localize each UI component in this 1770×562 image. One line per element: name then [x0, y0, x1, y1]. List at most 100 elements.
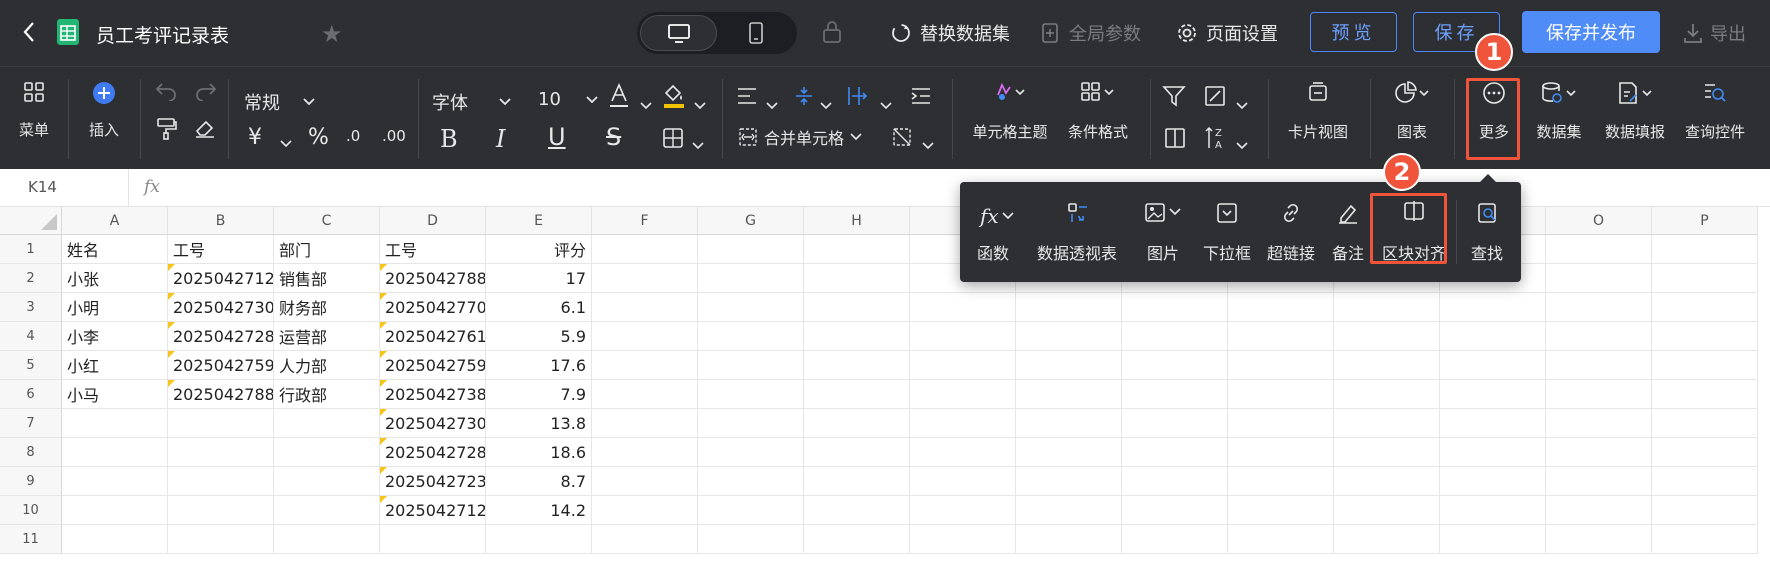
cell-B4[interactable]: 2025042728	[168, 322, 274, 351]
cell-D8[interactable]: 2025042728	[380, 438, 486, 467]
cell-O10[interactable]	[1546, 496, 1652, 525]
percent-button[interactable]: %	[308, 125, 329, 150]
underline-button[interactable]: U	[548, 123, 566, 151]
cell-C4[interactable]: 运营部	[274, 322, 380, 351]
cell-F5[interactable]	[592, 351, 698, 380]
cell-O7[interactable]	[1546, 409, 1652, 438]
cell-K4[interactable]	[1122, 322, 1228, 351]
cell-B8[interactable]	[168, 438, 274, 467]
vertical-align-icon[interactable]	[794, 85, 814, 111]
row-header[interactable]: 3	[0, 293, 62, 322]
cell-E5[interactable]: 17.6	[486, 351, 592, 380]
filter-icon[interactable]	[1162, 85, 1186, 111]
cell-A4[interactable]: 小李	[62, 322, 168, 351]
cell-M5[interactable]	[1334, 351, 1440, 380]
mobile-mode-button[interactable]	[749, 22, 763, 48]
cell-L7[interactable]	[1228, 409, 1334, 438]
preview-button[interactable]: 预览	[1310, 12, 1397, 52]
cell-J7[interactable]	[1016, 409, 1122, 438]
cell-B7[interactable]	[168, 409, 274, 438]
popup-item-hyperlink[interactable]: 超链接	[1266, 182, 1316, 282]
cell-theme-button[interactable]: 单元格主题	[968, 81, 1052, 161]
cell-K10[interactable]	[1122, 496, 1228, 525]
row-header[interactable]: 2	[0, 264, 62, 293]
cell-P7[interactable]	[1652, 409, 1758, 438]
cell-J4[interactable]	[1016, 322, 1122, 351]
cell-H10[interactable]	[804, 496, 910, 525]
cell-A2[interactable]: 小张	[62, 264, 168, 293]
cell-K9[interactable]	[1122, 467, 1228, 496]
popup-item-function[interactable]: fx 函数	[968, 182, 1018, 282]
cell-D9[interactable]: 2025042723	[380, 467, 486, 496]
cell-C7[interactable]	[274, 409, 380, 438]
cell-F10[interactable]	[592, 496, 698, 525]
chevron-down-icon[interactable]	[1236, 95, 1248, 114]
bold-button[interactable]: B	[440, 125, 458, 153]
cell-F7[interactable]	[592, 409, 698, 438]
cell-G6[interactable]	[698, 380, 804, 409]
cell-F11[interactable]	[592, 525, 698, 554]
cell-N7[interactable]	[1440, 409, 1546, 438]
cell-M7[interactable]	[1334, 409, 1440, 438]
cell-H8[interactable]	[804, 438, 910, 467]
cell-K7[interactable]	[1122, 409, 1228, 438]
cell-G7[interactable]	[698, 409, 804, 438]
cell-P4[interactable]	[1652, 322, 1758, 351]
cell-C9[interactable]	[274, 467, 380, 496]
cell-O2[interactable]	[1546, 264, 1652, 293]
cell-E3[interactable]: 6.1	[486, 293, 592, 322]
column-header[interactable]: B	[168, 207, 274, 235]
freeze-icon[interactable]	[1164, 127, 1186, 153]
popup-item-comment[interactable]: 备注	[1326, 182, 1370, 282]
chevron-down-icon[interactable]	[922, 135, 934, 154]
row-header[interactable]: 9	[0, 467, 62, 496]
cell-D5[interactable]: 2025042759	[380, 351, 486, 380]
cell-B6[interactable]: 2025042788	[168, 380, 274, 409]
desktop-mode-button[interactable]	[640, 15, 717, 51]
cell-D10[interactable]: 2025042712	[380, 496, 486, 525]
replace-dataset-button[interactable]: 替换数据集	[890, 20, 1010, 46]
cell-E10[interactable]: 14.2	[486, 496, 592, 525]
cell-F6[interactable]	[592, 380, 698, 409]
cell-N9[interactable]	[1440, 467, 1546, 496]
export-button[interactable]: 导出	[1682, 20, 1746, 46]
merge-cells-button[interactable]: 合并单元格	[738, 125, 862, 149]
cell-K8[interactable]	[1122, 438, 1228, 467]
cell-H2[interactable]	[804, 264, 910, 293]
chevron-down-icon[interactable]	[280, 133, 292, 152]
cell-N11[interactable]	[1440, 525, 1546, 554]
column-header[interactable]: G	[698, 207, 804, 235]
cell-K3[interactable]	[1122, 293, 1228, 322]
cell-L3[interactable]	[1228, 293, 1334, 322]
cell-I9[interactable]	[910, 467, 1016, 496]
cell-N8[interactable]	[1440, 438, 1546, 467]
cell-A6[interactable]: 小马	[62, 380, 168, 409]
cell-P5[interactable]	[1652, 351, 1758, 380]
wrap-text-icon[interactable]	[910, 87, 932, 109]
menu-button[interactable]: 菜单	[14, 81, 54, 161]
cell-C6[interactable]: 行政部	[274, 380, 380, 409]
column-header[interactable]: P	[1652, 207, 1758, 235]
border-icon[interactable]	[662, 127, 684, 153]
cell-P6[interactable]	[1652, 380, 1758, 409]
cell-I6[interactable]	[910, 380, 1016, 409]
document-title[interactable]: 员工考评记录表	[96, 21, 229, 48]
italic-button[interactable]: I	[496, 125, 505, 153]
currency-button[interactable]: ¥	[248, 125, 262, 150]
cell-K11[interactable]	[1122, 525, 1228, 554]
cell-G9[interactable]	[698, 467, 804, 496]
cell-P11[interactable]	[1652, 525, 1758, 554]
cell-L11[interactable]	[1228, 525, 1334, 554]
cell-N5[interactable]	[1440, 351, 1546, 380]
cell-G4[interactable]	[698, 322, 804, 351]
cell-H1[interactable]	[804, 235, 910, 264]
font-size-select[interactable]: 10	[538, 89, 599, 110]
cell-L8[interactable]	[1228, 438, 1334, 467]
row-header[interactable]: 8	[0, 438, 62, 467]
cell-I4[interactable]	[910, 322, 1016, 351]
cell-P3[interactable]	[1652, 293, 1758, 322]
cell-A11[interactable]	[62, 525, 168, 554]
cell-M10[interactable]	[1334, 496, 1440, 525]
cell-I10[interactable]	[910, 496, 1016, 525]
cell-G10[interactable]	[698, 496, 804, 525]
